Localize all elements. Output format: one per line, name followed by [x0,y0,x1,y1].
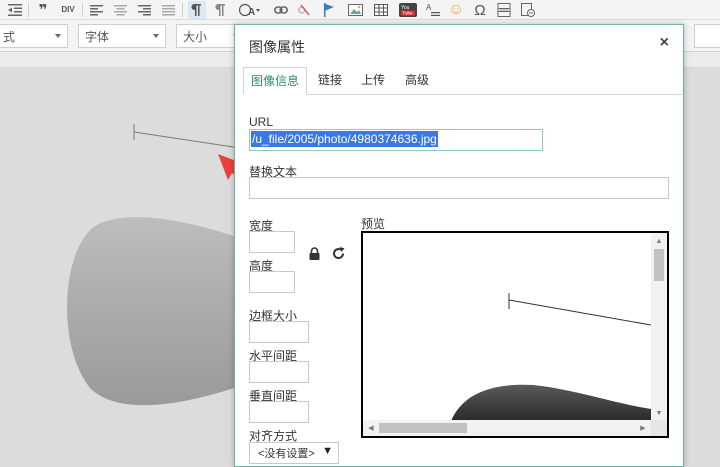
align-left-icon[interactable] [88,1,104,19]
reset-size-icon[interactable] [330,245,346,261]
special-char-icon[interactable]: Ω [470,1,490,19]
url-label: URL [249,115,274,129]
dialog-title: 图像属性 [249,39,305,55]
width-field[interactable] [249,231,295,253]
scroll-right-arrow-icon[interactable]: ▶ [635,420,651,436]
language-icon[interactable]: A [238,1,262,19]
svg-text:Tube: Tube [402,11,413,16]
tab-link[interactable]: 链接 [311,67,349,95]
scroll-up-arrow-icon[interactable]: ▲ [651,233,667,249]
extra-combo[interactable] [694,24,720,48]
url-field[interactable] [249,129,543,151]
ltr-text-icon[interactable] [188,1,206,19]
preview-image [451,293,651,421]
font-combo[interactable]: 字体 [78,24,166,48]
tab-image-info[interactable]: 图像信息 [243,67,308,95]
rtl-text-icon[interactable] [212,1,230,19]
unlink-icon[interactable] [296,1,314,19]
youtube-icon[interactable]: You Tube [398,1,418,19]
preview-pane: ▲ ▼ ◀ ▶ [361,231,669,438]
align-center-icon[interactable] [112,1,128,19]
svg-text:A: A [426,3,432,12]
hspace-field[interactable] [249,361,309,383]
iframe-icon[interactable] [518,1,538,19]
div-container-icon[interactable]: DIV [57,1,79,19]
anchor-flag-icon[interactable] [320,1,338,19]
close-icon[interactable]: × [660,35,669,51]
table-icon[interactable] [372,1,390,19]
page-break-icon[interactable] [494,1,514,19]
preview-vertical-scrollbar[interactable]: ▲ ▼ [651,233,667,421]
scroll-left-arrow-icon[interactable]: ◀ [363,420,379,436]
preview-label: 预览 [361,217,386,231]
image-properties-dialog: 图像属性 × 图像信息 链接 上传 高级 URL /u_file/2005/ph… [234,24,684,467]
spellcheck-icon[interactable]: A [424,1,442,19]
align-select[interactable]: <没有设置> ▼ [249,442,339,464]
alt-text-field[interactable] [249,177,669,199]
image-icon[interactable] [346,1,364,19]
tab-upload[interactable]: 上传 [354,67,392,95]
lock-icon[interactable] [307,245,321,261]
align-right-icon[interactable] [136,1,152,19]
border-field[interactable] [249,321,309,343]
smiley-icon[interactable]: ☺ [446,1,466,19]
preview-horizontal-scrollbar[interactable]: ◀ ▶ [363,420,651,436]
svg-text:A: A [248,7,255,17]
style-combo[interactable]: 式 [0,24,68,48]
dialog-tabs: 图像信息 链接 上传 高级 [243,67,683,95]
editor-toolbar: ❞ DIV A You Tube A ☺ Ω [0,0,720,20]
link-icon[interactable] [272,1,290,19]
tab-advanced[interactable]: 高级 [398,67,436,95]
chevron-down-icon: ▼ [322,445,333,457]
align-select-value: <没有设置> [258,448,315,460]
justify-icon[interactable] [160,1,176,19]
height-field[interactable] [249,271,295,293]
blockquote-icon[interactable]: ❞ [34,1,52,19]
outdent-icon[interactable] [6,1,24,19]
scroll-down-arrow-icon[interactable]: ▼ [651,405,667,421]
vspace-field[interactable] [249,401,309,423]
